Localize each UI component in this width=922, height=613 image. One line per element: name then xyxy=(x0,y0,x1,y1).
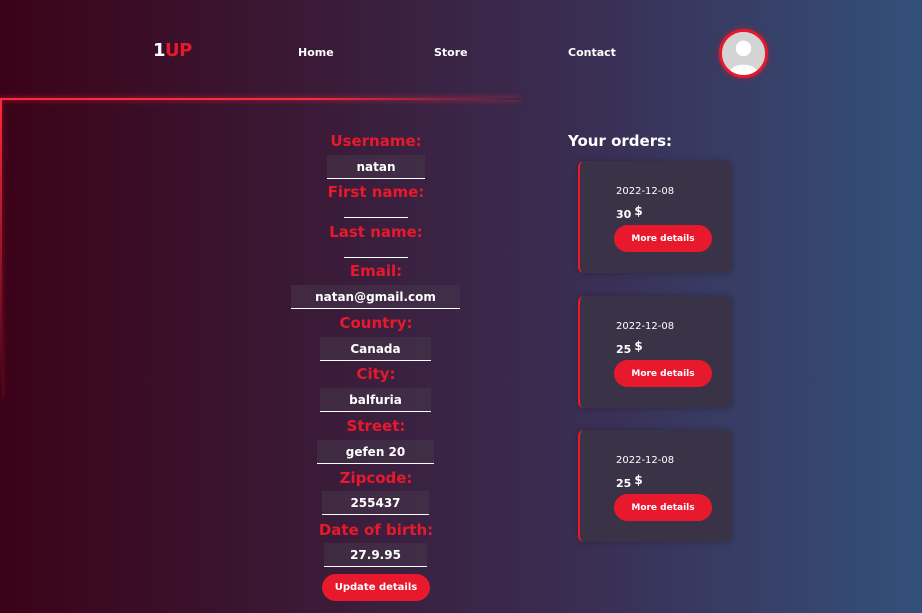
logo[interactable]: 1UP xyxy=(153,40,192,61)
order-card: 2022-12-08 25 $ More details xyxy=(578,430,732,542)
order-price-value: 30 xyxy=(616,208,632,221)
logo-one: 1 xyxy=(153,40,166,61)
more-details-button[interactable]: More details xyxy=(614,225,712,252)
update-details-button[interactable]: Update details xyxy=(322,574,430,601)
nav-store[interactable]: Store xyxy=(434,46,468,59)
city-label: City: xyxy=(356,365,396,383)
accent-line-vertical xyxy=(0,98,2,398)
nav-home[interactable]: Home xyxy=(298,46,334,59)
email-field[interactable]: natan@gmail.com xyxy=(291,285,460,309)
username-field[interactable]: natan xyxy=(327,155,425,179)
username-label: Username: xyxy=(330,132,422,150)
dob-field[interactable]: 27.9.95 xyxy=(324,543,427,567)
nav-contact[interactable]: Contact xyxy=(568,46,616,59)
currency-symbol: $ xyxy=(634,473,643,487)
order-price: 30 $ xyxy=(616,204,643,221)
order-price-value: 25 xyxy=(616,343,632,356)
order-price-value: 25 xyxy=(616,477,632,490)
accent-line-horizontal xyxy=(0,98,520,100)
country-field[interactable]: Canada xyxy=(320,337,431,361)
more-details-button[interactable]: More details xyxy=(614,494,712,521)
order-price: 25 $ xyxy=(616,339,643,356)
zipcode-label: Zipcode: xyxy=(339,469,413,487)
first-name-field[interactable] xyxy=(344,194,408,218)
order-date: 2022-12-08 xyxy=(616,455,675,466)
last-name-field[interactable] xyxy=(344,234,408,258)
country-label: Country: xyxy=(339,314,413,332)
currency-symbol: $ xyxy=(634,204,643,218)
street-label: Street: xyxy=(346,417,406,435)
order-card: 2022-12-08 25 $ More details xyxy=(578,296,732,408)
logo-up: UP xyxy=(165,40,192,61)
order-date: 2022-12-08 xyxy=(616,321,675,332)
order-price: 25 $ xyxy=(616,473,643,490)
orders-title: Your orders: xyxy=(568,132,673,150)
street-field[interactable]: gefen 20 xyxy=(317,440,434,464)
order-card: 2022-12-08 30 $ More details xyxy=(578,161,732,273)
user-avatar-icon[interactable] xyxy=(719,29,768,78)
currency-symbol: $ xyxy=(634,339,643,353)
more-details-button[interactable]: More details xyxy=(614,360,712,387)
email-label: Email: xyxy=(349,262,403,280)
order-date: 2022-12-08 xyxy=(616,186,675,197)
dob-label: Date of birth: xyxy=(318,521,434,539)
zipcode-field[interactable]: 255437 xyxy=(322,491,429,515)
city-field[interactable]: balfuria xyxy=(320,388,431,412)
